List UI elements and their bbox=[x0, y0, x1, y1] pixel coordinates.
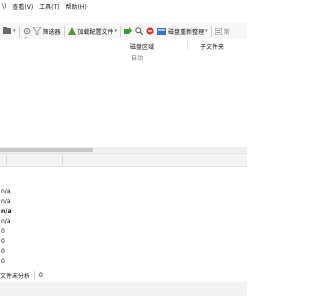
folder-icon bbox=[3, 27, 11, 34]
value-row: n/a bbox=[1, 198, 11, 205]
disk-icon bbox=[157, 27, 167, 35]
status-bar: 文件未分析 0 bbox=[0, 270, 247, 280]
search-button[interactable] bbox=[135, 27, 144, 35]
play-icon bbox=[124, 27, 133, 34]
menu-tools[interactable]: 工具(T) bbox=[39, 2, 59, 11]
more-button[interactable]: 常 bbox=[214, 27, 230, 36]
chevron-down-icon: ▾ bbox=[13, 28, 16, 34]
menu-help[interactable]: 帮助(H) bbox=[66, 2, 87, 11]
menu-bar: \) 查看(V) 工具(T) 帮助(H) bbox=[0, 0, 247, 13]
toolbar: ▾ 筛选器 加载配置文件 ▾ 磁盘重新整理 ▾ 常 bbox=[0, 23, 247, 40]
pane-splitter[interactable] bbox=[0, 153, 247, 167]
funnel-icon bbox=[32, 27, 41, 35]
value-row: n/a bbox=[1, 218, 11, 225]
column-header-row: 磁盘区域 子文件夹 bbox=[0, 39, 247, 51]
filter-label: 筛选器 bbox=[42, 28, 61, 36]
toolbar-divider bbox=[210, 25, 212, 37]
disk-scan-label: 磁盘重新整理 bbox=[168, 28, 205, 36]
status-text: 文件未分析 bbox=[0, 272, 31, 280]
load-config-label: 加载配置文件 bbox=[77, 28, 114, 36]
stop-button[interactable] bbox=[146, 27, 154, 35]
value-row: 0 bbox=[1, 258, 5, 265]
footer-strip bbox=[0, 282, 247, 296]
toolbar-divider bbox=[18, 25, 20, 37]
value-row: n/a bbox=[1, 188, 11, 195]
toolbar-divider bbox=[120, 25, 122, 37]
search-icon bbox=[135, 27, 144, 35]
load-config-button[interactable]: 加载配置文件 ▾ bbox=[67, 27, 118, 36]
gear-icon bbox=[23, 27, 30, 35]
scrollbar-thumb[interactable] bbox=[0, 148, 93, 152]
value-row: 0 bbox=[1, 228, 5, 235]
disk-area-value: 自动 bbox=[131, 55, 144, 62]
play-button[interactable] bbox=[124, 27, 133, 35]
toolbar-divider bbox=[63, 25, 65, 37]
menu-item-partial[interactable]: \) bbox=[2, 3, 6, 10]
stop-icon bbox=[146, 27, 154, 35]
chevron-down-icon: ▾ bbox=[114, 28, 118, 34]
status-count: 0 bbox=[39, 271, 43, 279]
open-dropdown-button[interactable]: ▾ bbox=[3, 27, 16, 35]
filter-button[interactable]: 筛选器 bbox=[23, 27, 61, 36]
menu-view[interactable]: 查看(V) bbox=[12, 2, 33, 11]
header-divider bbox=[6, 156, 7, 164]
column-divider[interactable] bbox=[187, 41, 188, 50]
header-divider bbox=[62, 156, 63, 164]
status-divider bbox=[34, 271, 36, 279]
truncated-label: 常 bbox=[223, 28, 230, 36]
list-icon bbox=[214, 27, 222, 35]
column-subfolder[interactable]: 子文件夹 bbox=[200, 42, 224, 51]
warning-icon bbox=[67, 27, 76, 35]
value-row: 0 bbox=[1, 238, 5, 245]
value-row: n/a bbox=[1, 208, 12, 215]
value-row: 0 bbox=[1, 248, 5, 255]
disk-scan-button[interactable]: 磁盘重新整理 ▾ bbox=[157, 27, 208, 36]
chevron-down-icon: ▾ bbox=[205, 28, 208, 34]
column-disk-area[interactable]: 磁盘区域 bbox=[130, 42, 154, 51]
